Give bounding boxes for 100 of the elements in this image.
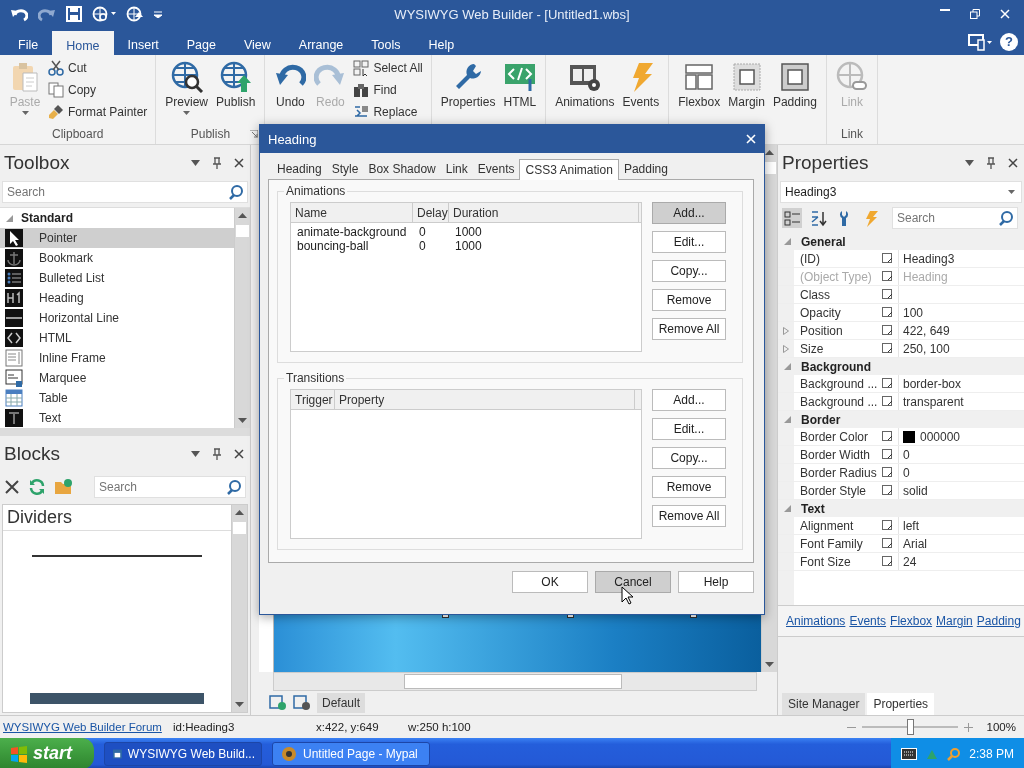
taskbar-button[interactable]: Untitled Page - Mypal (272, 741, 430, 766)
search-field[interactable]: Search (2, 181, 248, 203)
ribbon-button[interactable]: Events (619, 57, 663, 125)
dialog-button[interactable]: Remove All (652, 318, 726, 340)
property-value[interactable]: left (903, 518, 919, 533)
object-dropdown[interactable]: Heading3 (780, 181, 1022, 203)
status-text: id:Heading3 (173, 721, 236, 733)
category-header[interactable]: Standard (0, 208, 234, 228)
toolbox-item[interactable]: Heading (0, 288, 234, 308)
layout-tab[interactable]: Default (317, 693, 366, 713)
dialog-button[interactable]: Edit... (652, 418, 726, 440)
ribbon-button[interactable]: Cut (46, 57, 150, 79)
ribbon-button[interactable]: Publish (213, 57, 259, 125)
ribbon-button[interactable]: Preview (162, 57, 212, 125)
ribbon-button[interactable]: HTML (500, 57, 540, 125)
list-view[interactable]: Name Delay Duration animate-background 0 1000 bouncing-ball 0 1000 (290, 202, 642, 352)
ribbon-tab[interactable]: Tools (357, 28, 415, 55)
list-view[interactable]: Trigger Property (290, 389, 642, 539)
dialog-tab[interactable]: Events (472, 162, 520, 179)
toolbox-item[interactable]: Horizontal Line (0, 308, 234, 328)
dialog-button[interactable]: OK (512, 571, 588, 593)
dialog-tab[interactable]: Heading (272, 162, 327, 179)
property-value[interactable]: transparent (903, 394, 964, 409)
dialog-tab[interactable]: Padding (618, 162, 673, 179)
toolbox-item[interactable]: Bulleted List (0, 268, 234, 288)
ribbon-button[interactable]: Select All (351, 57, 425, 79)
dialog-button[interactable]: Edit... (652, 231, 726, 253)
ribbon-button[interactable]: Properties (437, 57, 499, 125)
dialog-button[interactable]: Help (678, 571, 754, 593)
ribbon-button[interactable]: Replace (351, 101, 425, 123)
property-name: Border Style (799, 483, 868, 498)
toolbox-item[interactable]: Table (0, 388, 234, 408)
ribbon-button[interactable]: Padding (769, 57, 820, 125)
dialog-button[interactable]: Cancel (595, 571, 671, 593)
column-header[interactable]: Delay (413, 203, 449, 222)
ribbon-tab[interactable]: Help (414, 28, 469, 55)
panel-tab[interactable]: Properties (867, 693, 935, 715)
column-header[interactable]: Property (335, 390, 635, 409)
taskbar-button[interactable]: WYSIWYG Web Build... (104, 741, 262, 766)
ribbon-button[interactable]: Find (351, 79, 425, 101)
property-value[interactable]: border-box (903, 376, 962, 391)
toolbox-item[interactable]: Marquee (0, 368, 234, 388)
toolbox-item[interactable]: HTML (0, 328, 234, 348)
property-value[interactable]: 0 (903, 447, 910, 462)
search-field[interactable]: Search (94, 476, 246, 498)
forum-link[interactable]: WYSIWYG Web Builder Forum (0, 721, 173, 733)
dialog-button[interactable]: Add... (652, 202, 726, 224)
ribbon-tab[interactable]: File (4, 28, 53, 55)
dialog-button[interactable]: Copy... (652, 260, 726, 282)
ribbon-button[interactable]: Undo (271, 57, 310, 125)
panel-title: Properties (782, 152, 869, 174)
toolbox-item[interactable]: Text (0, 408, 234, 428)
link[interactable]: Events (849, 614, 887, 628)
link[interactable]: Animations (786, 614, 846, 628)
dialog-tab[interactable]: Link (440, 162, 473, 179)
ribbon-tab[interactable]: Home (52, 31, 114, 55)
toolbox-item[interactable]: Bookmark (0, 248, 234, 268)
link[interactable]: Flexbox (890, 614, 933, 628)
column-header[interactable]: Name (291, 203, 413, 222)
search-field[interactable]: Search (892, 207, 1018, 229)
dialog-button[interactable]: Add... (652, 389, 726, 411)
start-button[interactable]: start (0, 738, 94, 768)
property-value[interactable]: 422, 649 (903, 323, 950, 338)
dialog-tab[interactable]: CSS3 Animation (519, 159, 619, 180)
panel-tab[interactable]: Site Manager (782, 693, 866, 715)
group-label: Clipboard (52, 127, 104, 141)
ribbon-button[interactable]: Copy (46, 79, 150, 101)
dialog-button[interactable]: Remove All (652, 505, 726, 527)
ribbon-button[interactable]: Animations (552, 57, 618, 125)
property-value[interactable]: 000000 (920, 429, 961, 444)
dialog-tab[interactable]: Style (326, 162, 364, 179)
ribbon-button[interactable]: Margin (725, 57, 768, 125)
column-header[interactable]: Duration (449, 203, 639, 222)
toolbox-item[interactable]: Pointer (0, 228, 234, 248)
clock: 2:38 PM (969, 746, 1014, 761)
ribbon-button[interactable]: Flexbox (675, 57, 724, 125)
ribbon-tab[interactable]: Page (172, 28, 230, 55)
status-text: x:422, y:649 (316, 721, 380, 733)
property-value[interactable]: 24 (903, 554, 917, 569)
dialog-button[interactable]: Copy... (652, 447, 726, 469)
ribbon-button[interactable]: Format Painter (46, 101, 150, 123)
help-button[interactable]: ? (1000, 32, 1018, 51)
property-value[interactable]: solid (903, 483, 928, 498)
link[interactable]: Margin (936, 614, 973, 628)
property-value[interactable]: Arial (903, 536, 927, 551)
property-value[interactable]: Heading3 (903, 251, 955, 266)
ribbon-tab[interactable]: View (229, 28, 285, 55)
property-value[interactable]: 250, 100 (903, 341, 950, 356)
property-value[interactable]: 100 (903, 305, 924, 320)
dialog-tab[interactable]: Box Shadow (363, 162, 441, 179)
property-name: Background ... (799, 376, 879, 391)
dialog-button[interactable]: Remove (652, 476, 726, 498)
property-value[interactable]: 0 (903, 465, 910, 480)
table-cell-text: bouncing-ball (296, 239, 370, 253)
dialog-button[interactable]: Remove (652, 289, 726, 311)
ribbon-tab[interactable]: Insert (113, 28, 173, 55)
link[interactable]: Padding (976, 614, 1021, 628)
ribbon-tab[interactable]: Arrange (284, 28, 358, 55)
column-header[interactable]: Trigger (291, 390, 335, 409)
toolbox-item[interactable]: Inline Frame (0, 348, 234, 368)
